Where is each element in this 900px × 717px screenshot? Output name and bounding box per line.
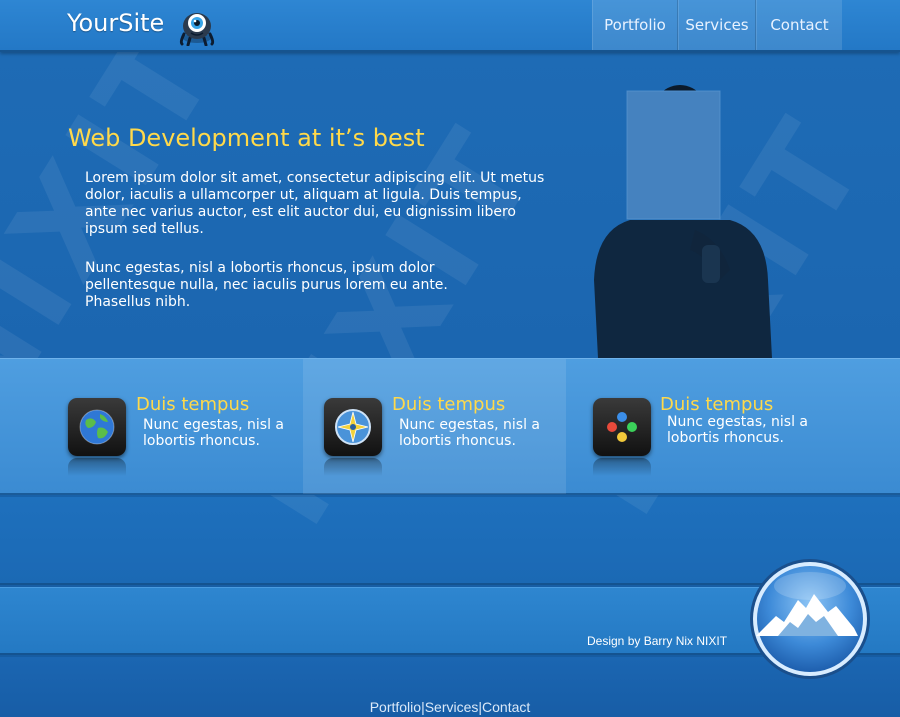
colored-dots-icon[interactable] <box>593 398 651 476</box>
hero-paragraph-2: Nunc egestas, nisl a lobortis rhoncus, i… <box>85 260 448 310</box>
footer-link-contact[interactable]: Contact <box>482 699 530 715</box>
site-header: YourSite Portfolio Services Contact <box>0 0 900 52</box>
feature-title-2: Duis tempus <box>392 394 506 415</box>
hero-person-image <box>594 85 772 358</box>
nav-contact[interactable]: Contact <box>756 0 842 50</box>
compass-icon[interactable] <box>324 398 382 476</box>
hero-title: Web Development at it’s best <box>68 124 425 152</box>
main-nav: Portfolio Services Contact <box>592 0 842 50</box>
one-eyed-monster-icon <box>179 13 215 46</box>
footer-nav: Portfolio|Services|Contact <box>0 699 900 715</box>
footer-link-portfolio[interactable]: Portfolio <box>370 699 421 715</box>
hero-paragraph-1: Lorem ipsum dolor sit amet, consectetur … <box>85 170 545 237</box>
mountain-icon <box>750 559 870 679</box>
nav-services[interactable]: Services <box>678 0 756 50</box>
nav-portfolio[interactable]: Portfolio <box>592 0 678 50</box>
feature-text-2: Nunc egestas, nisl a lobortis rhoncus. <box>399 417 541 449</box>
feature-title-1: Duis tempus <box>136 394 250 415</box>
feature-text-3: Nunc egestas, nisl a lobortis rhoncus. <box>667 414 809 446</box>
design-credit: Design by Barry Nix NIXIT <box>587 634 728 648</box>
globe-icon[interactable] <box>68 398 126 476</box>
feature-text-1: Nunc egestas, nisl a lobortis rhoncus. <box>143 417 285 449</box>
feature-title-3: Duis tempus <box>660 394 774 415</box>
footer-link-services[interactable]: Services <box>425 699 479 715</box>
site-logo[interactable]: YourSite <box>67 9 164 37</box>
